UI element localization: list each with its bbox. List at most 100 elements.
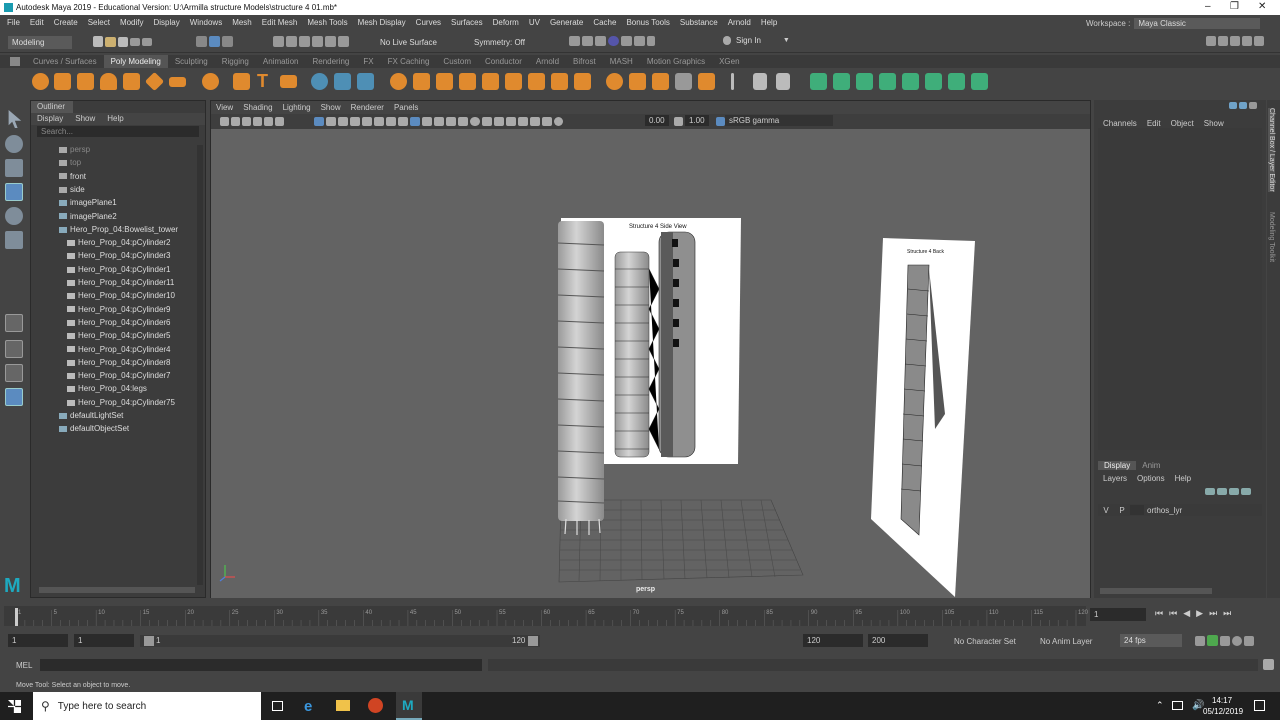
grease-pencil-icon[interactable] — [264, 117, 273, 126]
layer-tab-display[interactable]: Display — [1098, 461, 1137, 470]
sew-uv-icon[interactable] — [971, 73, 988, 90]
shelf-tab-fx[interactable]: FX — [356, 55, 380, 68]
modeling-toolkit-side-tab[interactable]: Modeling Toolkit — [1268, 212, 1275, 262]
edge-browser-icon[interactable]: e — [304, 698, 312, 715]
outliner-item[interactable]: imagePlane2 — [59, 210, 117, 223]
single-view-icon[interactable] — [5, 314, 23, 332]
powerpoint-icon[interactable] — [368, 698, 383, 713]
outliner-item[interactable]: Hero_Prop_04:legs — [67, 382, 147, 395]
combine-icon[interactable] — [311, 73, 328, 90]
shelf-tab-xgen[interactable]: XGen — [712, 55, 746, 68]
anim-prefs-icon[interactable] — [1220, 635, 1230, 646]
uv-editor-icon[interactable] — [925, 73, 942, 90]
task-view-icon[interactable] — [272, 701, 283, 711]
move-layer-up-icon[interactable] — [1205, 488, 1215, 495]
menu-windows[interactable]: Windows — [185, 15, 227, 30]
multi-cut-icon[interactable] — [652, 73, 669, 90]
minimize-icon[interactable]: – — [1205, 1, 1211, 12]
scale-tool-icon[interactable] — [5, 231, 23, 249]
outliner-item[interactable]: defaultLightSet — [59, 409, 123, 422]
boolean-intersect-icon[interactable] — [436, 73, 453, 90]
shelf-tab-poly-modeling[interactable]: Poly Modeling — [103, 55, 168, 68]
move-tool-icon[interactable] — [5, 183, 23, 201]
menu-substance[interactable]: Substance — [675, 15, 723, 30]
shelf-tab-sculpting[interactable]: Sculpting — [168, 55, 215, 68]
playback-start-field[interactable]: 1 — [74, 634, 134, 647]
motion-blur-icon[interactable] — [482, 117, 492, 126]
boolean-difference-icon[interactable] — [413, 73, 430, 90]
time-slider[interactable]: 1 5 10 15 20 25 30 35 40 45 50 55 60 65 70 75 80 85 90 95 10… — [0, 602, 1280, 628]
layer-name[interactable]: orthos_lyr — [1147, 506, 1182, 515]
image-plane-icon[interactable] — [253, 117, 262, 126]
two-view-icon[interactable] — [5, 364, 23, 382]
menu-create[interactable]: Create — [49, 15, 83, 30]
viewport-menu-renderer[interactable]: Renderer — [346, 101, 389, 114]
color-space-select[interactable]: sRGB gamma — [725, 115, 833, 126]
panel-close-icon[interactable] — [1249, 102, 1257, 109]
step-back-key-icon[interactable]: ⏮ — [1169, 608, 1177, 619]
wireframe-icon[interactable] — [398, 117, 408, 126]
clock-date[interactable]: 05/12/2019 — [1203, 707, 1243, 716]
range-handle-start[interactable] — [144, 636, 154, 646]
super-shape-icon[interactable] — [233, 73, 250, 90]
ambient-occlusion-icon[interactable] — [470, 117, 480, 126]
sign-in-button[interactable]: Sign In ▼ — [722, 36, 790, 45]
outliner-item[interactable]: defaultObjectSet — [59, 422, 129, 435]
panel-float-icon[interactable] — [1229, 102, 1237, 109]
outliner-item[interactable]: persp — [59, 143, 90, 156]
viewport-menu-shading[interactable]: Shading — [238, 101, 277, 114]
outliner-item[interactable]: Hero_Prop_04:pCylinder75 — [67, 396, 175, 409]
anti-aliasing-icon[interactable] — [494, 117, 504, 126]
layer-menu-options[interactable]: Options — [1132, 474, 1170, 483]
viewport-menu-show[interactable]: Show — [316, 101, 346, 114]
layer-color-swatch[interactable] — [1130, 505, 1144, 515]
anim-layer-select[interactable]: No Anim Layer — [1040, 637, 1092, 646]
xray-icon[interactable] — [518, 117, 528, 126]
outliner-item[interactable]: Hero_Prop_04:pCylinder6 — [67, 316, 171, 329]
field-chart-icon[interactable] — [362, 117, 372, 126]
menu-generate[interactable]: Generate — [545, 15, 588, 30]
fill-hole-icon[interactable] — [551, 73, 568, 90]
layer-menu-help[interactable]: Help — [1170, 474, 1196, 483]
bevel-icon[interactable] — [528, 73, 545, 90]
menu-edit[interactable]: Edit — [25, 15, 49, 30]
boolean-union-icon[interactable] — [390, 73, 407, 90]
playback-end-field[interactable]: 120 — [803, 634, 863, 647]
collapse-icon[interactable] — [629, 73, 646, 90]
xray-active-icon[interactable] — [542, 117, 552, 126]
exposure-icon[interactable] — [554, 117, 563, 126]
notifications-icon[interactable] — [1254, 700, 1265, 711]
windows-start-icon[interactable] — [8, 700, 21, 713]
film-gate-icon[interactable] — [326, 117, 336, 126]
shelf-settings-icon[interactable] — [10, 57, 20, 66]
outliner-item[interactable]: Hero_Prop_04:pCylinder1 — [67, 263, 171, 276]
spherical-map-icon[interactable] — [879, 73, 896, 90]
tray-chevron-icon[interactable]: ⌃ — [1156, 700, 1164, 711]
bridge-icon[interactable] — [505, 73, 522, 90]
exposure-field[interactable]: 0.00 — [645, 115, 669, 126]
outliner-item[interactable]: Hero_Prop_04:pCylinder9 — [67, 303, 171, 316]
menu-edit-mesh[interactable]: Edit Mesh — [257, 15, 303, 30]
poly-cylinder-icon[interactable] — [77, 73, 94, 90]
auto-key-icon[interactable] — [1207, 635, 1218, 646]
render-sequence-icon[interactable] — [634, 36, 645, 46]
mirror-icon[interactable] — [459, 73, 476, 90]
slide-edge-icon[interactable] — [776, 73, 790, 90]
settings-icon[interactable] — [1244, 635, 1254, 646]
type-tool-icon[interactable]: T — [257, 71, 268, 92]
shelf-tab-arnold[interactable]: Arnold — [529, 55, 566, 68]
maya-taskbar-icon[interactable]: M — [396, 692, 422, 720]
layer-playback-toggle[interactable]: P — [1114, 506, 1130, 515]
target-weld-icon[interactable] — [731, 73, 734, 90]
append-poly-icon[interactable] — [574, 73, 591, 90]
render-settings-icon[interactable] — [595, 36, 606, 46]
outliner-menu-show[interactable]: Show — [69, 113, 101, 125]
extrude-icon[interactable] — [482, 73, 499, 90]
select-object-icon[interactable] — [209, 36, 220, 47]
safe-action-icon[interactable] — [374, 117, 384, 126]
safe-title-icon[interactable] — [386, 117, 396, 126]
select-hierarchy-icon[interactable] — [196, 36, 207, 47]
shadows-icon[interactable] — [458, 117, 468, 126]
select-camera-icon[interactable] — [220, 117, 229, 126]
cylindrical-map-icon[interactable] — [856, 73, 873, 90]
